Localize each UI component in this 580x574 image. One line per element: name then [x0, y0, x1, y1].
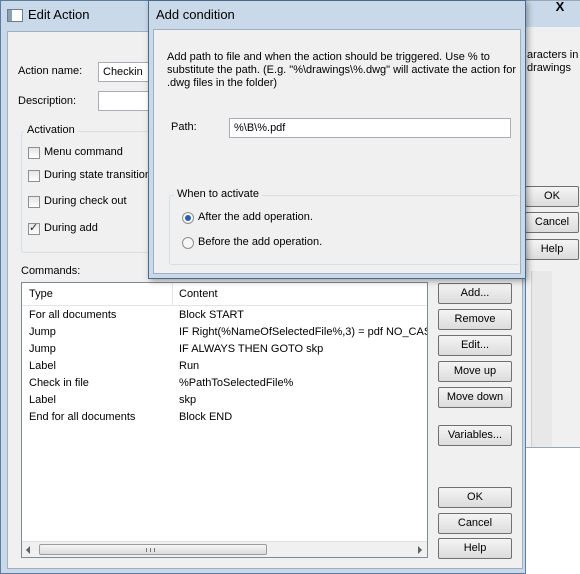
cell-content: IF ALWAYS THEN GOTO skp	[179, 343, 324, 355]
cell-content: %PathToSelectedFile%	[179, 377, 294, 389]
check-out-checkbox[interactable]	[28, 196, 40, 208]
background-help-button[interactable]: Help	[525, 239, 579, 260]
menu-command-checkbox[interactable]	[28, 147, 40, 159]
path-input[interactable]: %\B\%.pdf	[229, 118, 511, 138]
cell-content: Run	[179, 360, 200, 372]
scrollbar-thumb[interactable]	[39, 544, 267, 555]
background-dialog-text: aracters in drawings	[527, 49, 579, 74]
column-header-type[interactable]: Type	[29, 288, 53, 300]
background-close-button[interactable]: X	[541, 0, 579, 19]
cell-type: For all documents	[29, 309, 117, 321]
table-row[interactable]: Check in file %PathToSelectedFile%	[22, 376, 426, 393]
during-add-checkbox[interactable]	[28, 221, 40, 235]
menu-command-label: Menu command	[44, 146, 123, 158]
cell-content: IF Right(%NameOfSelectedFile%,3) = pdf N…	[179, 326, 428, 338]
during-add-label: During add	[44, 222, 98, 234]
edit-action-title: Edit Action	[28, 7, 90, 22]
add-condition-client: Add path to file and when the action sho…	[153, 29, 521, 274]
cell-type: Check in file	[29, 377, 89, 389]
column-divider	[172, 283, 173, 305]
add-condition-title: Add condition	[156, 7, 235, 22]
cancel-button[interactable]: Cancel	[438, 513, 512, 534]
check-out-label: During check out	[44, 195, 127, 207]
variables-button[interactable]: Variables...	[438, 425, 512, 446]
cell-type: Label	[29, 360, 56, 372]
remove-command-button[interactable]: Remove	[438, 309, 512, 330]
table-row[interactable]: Jump IF ALWAYS THEN GOTO skp	[22, 342, 426, 359]
move-up-button[interactable]: Move up	[438, 361, 512, 382]
cell-content: Block END	[179, 411, 233, 423]
table-row[interactable]: Label Run	[22, 359, 426, 376]
cell-content: skp	[179, 394, 197, 406]
scroll-left-arrow-icon[interactable]	[26, 546, 30, 554]
cell-type: Jump	[29, 326, 56, 338]
commands-list-header: Type Content	[22, 283, 427, 306]
background-dialog-side-pane	[531, 271, 552, 447]
commands-label: Commands:	[21, 265, 81, 277]
commands-list[interactable]: Type Content For all documents Block STA…	[21, 282, 428, 558]
add-command-button[interactable]: Add...	[438, 283, 512, 304]
cell-type: End for all documents	[29, 411, 136, 423]
background-cancel-button[interactable]: Cancel	[525, 212, 579, 233]
action-name-label: Action name:	[18, 65, 83, 77]
cell-type: Jump	[29, 343, 56, 355]
table-row[interactable]: For all documents Block START	[22, 308, 426, 325]
path-label: Path:	[171, 121, 197, 133]
background-ok-button[interactable]: OK	[525, 186, 579, 207]
table-row[interactable]: End for all documents Block END	[22, 410, 426, 427]
instructions-text: Add path to file and when the action sho…	[167, 51, 516, 89]
after-add-radio[interactable]	[182, 212, 194, 224]
after-add-label: After the add operation.	[198, 211, 313, 223]
before-add-radio[interactable]	[182, 237, 194, 249]
when-to-activate-label: When to activate	[174, 188, 262, 200]
column-header-content[interactable]: Content	[179, 288, 218, 300]
edit-command-button[interactable]: Edit...	[438, 335, 512, 356]
help-button[interactable]: Help	[438, 538, 512, 559]
ok-button[interactable]: OK	[438, 487, 512, 508]
grip-icon-center	[150, 548, 151, 552]
app-icon	[7, 9, 23, 22]
activation-group-label: Activation	[24, 124, 78, 136]
table-row[interactable]: Jump IF Right(%NameOfSelectedFile%,3) = …	[22, 325, 428, 342]
horizontal-scrollbar[interactable]	[22, 541, 427, 557]
cell-content: Block START	[179, 309, 244, 321]
state-transition-checkbox[interactable]	[28, 170, 40, 182]
table-row[interactable]: Label skp	[22, 393, 426, 410]
before-add-label: Before the add operation.	[198, 236, 323, 248]
move-down-button[interactable]: Move down	[438, 387, 512, 408]
scroll-right-arrow-icon[interactable]	[418, 546, 422, 554]
cell-type: Label	[29, 394, 56, 406]
description-label: Description:	[18, 95, 77, 107]
add-condition-dialog: Add condition Add path to file and when …	[148, 0, 526, 279]
when-to-activate-group	[169, 195, 520, 265]
state-transition-label: During state transition	[44, 169, 151, 181]
